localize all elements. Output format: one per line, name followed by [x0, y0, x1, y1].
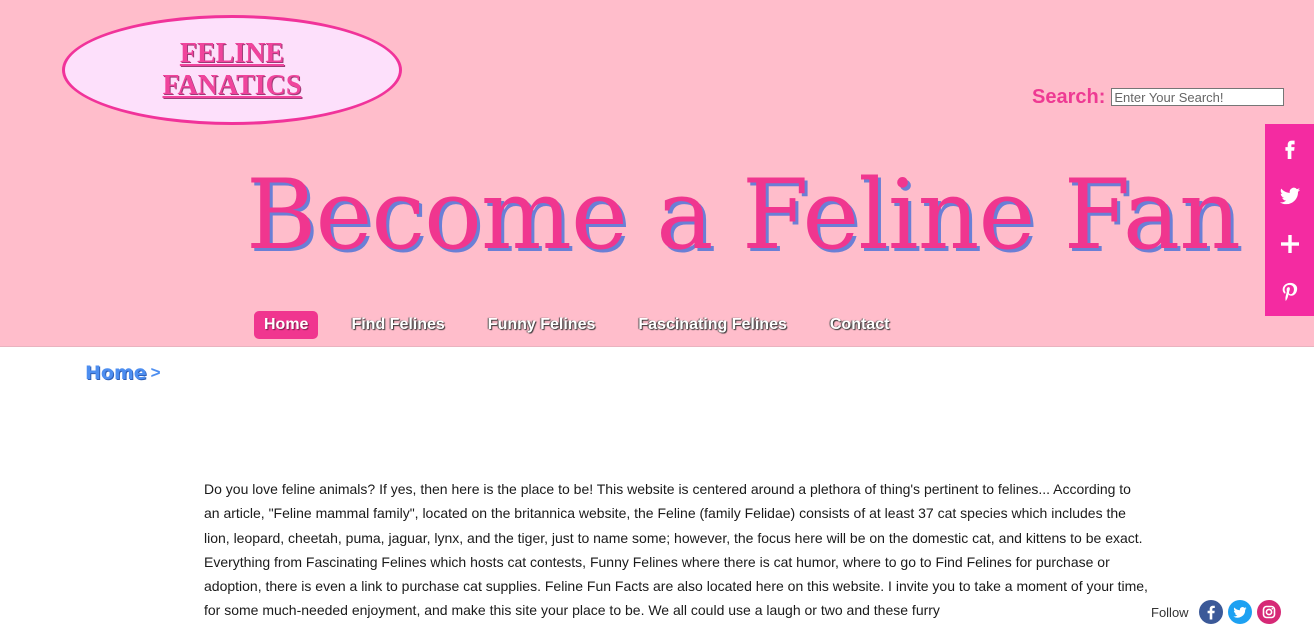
share-facebook-button[interactable] [1265, 124, 1314, 172]
nav-item-fascinating-felines[interactable]: Fascinating Felines [628, 311, 796, 339]
plus-icon [1280, 235, 1299, 253]
nav-item-contact[interactable]: Contact [820, 311, 900, 339]
hero-title: Become a Feline Fan [246, 159, 1241, 271]
follow-twitter-icon[interactable] [1227, 600, 1252, 624]
breadcrumb: Home > [85, 362, 161, 384]
main-nav: Home Find Felines Funny Felines Fascinat… [254, 310, 922, 339]
social-share-bar [1265, 124, 1314, 316]
nav-item-find-felines[interactable]: Find Felines [341, 311, 454, 339]
follow-widget: Follow [1151, 600, 1286, 624]
follow-instagram-icon[interactable] [1256, 600, 1281, 624]
logo-line-1: FELINE [179, 38, 285, 69]
share-twitter-button[interactable] [1265, 172, 1314, 220]
site-logo[interactable]: FELINE FANATICS [62, 15, 402, 125]
search-input[interactable] [1111, 88, 1285, 106]
nav-item-home[interactable]: Home [254, 310, 319, 339]
pinterest-icon [1282, 282, 1297, 301]
search-form: Search: [1032, 85, 1285, 108]
intro-paragraph: Do you love feline animals? If yes, then… [204, 481, 1148, 619]
site-header: FELINE FANATICS Search: Become a Feline … [0, 0, 1314, 347]
follow-label: Follow [1151, 604, 1189, 620]
follow-facebook-icon[interactable] [1198, 600, 1223, 624]
nav-item-funny-felines[interactable]: Funny Felines [478, 311, 606, 339]
search-label: Search: [1032, 85, 1106, 108]
breadcrumb-separator: > [150, 363, 161, 382]
share-more-button[interactable] [1265, 220, 1314, 268]
logo-text: FELINE FANATICS [163, 38, 302, 102]
share-pinterest-button[interactable] [1265, 268, 1314, 316]
logo-line-2: FANATICS [162, 70, 302, 101]
breadcrumb-home-link[interactable]: Home [85, 362, 147, 384]
twitter-icon [1279, 187, 1300, 205]
facebook-icon [1284, 140, 1295, 159]
